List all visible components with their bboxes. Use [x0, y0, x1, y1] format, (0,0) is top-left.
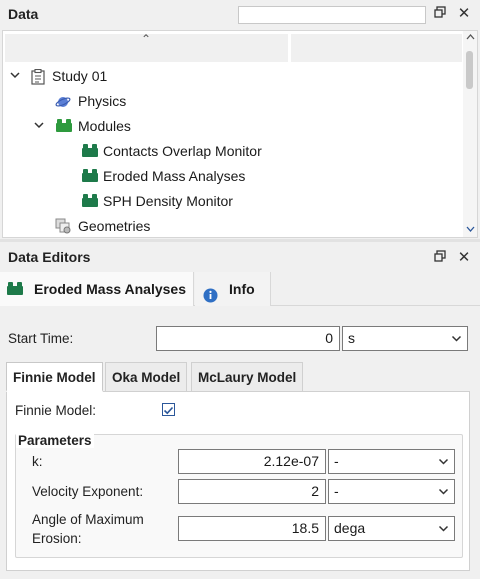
tab-oka-model[interactable]: Oka Model: [105, 362, 188, 392]
tree-item-module[interactable]: Contacts Overlap Monitor: [3, 139, 463, 163]
chevron-down-icon: [438, 450, 449, 482]
select-value: s: [348, 330, 355, 346]
data-tree: ⌃ Study 01 Physics Modules Contacts Over…: [2, 30, 478, 238]
select-value: -: [334, 453, 339, 469]
modules-icon: [56, 119, 72, 132]
select-value: dega: [334, 520, 366, 536]
finnie-model-checkbox-label: Finnie Model:: [15, 403, 97, 418]
scroll-up-icon[interactable]: [466, 31, 475, 46]
tree-label-physics: Physics: [78, 93, 127, 109]
module-icon: [7, 282, 23, 295]
param-label-angle-line2: Erosion:: [32, 531, 82, 546]
tree-item-physics[interactable]: Physics: [3, 89, 463, 113]
geometries-icon: [55, 218, 72, 237]
param-label-angle-line1: Angle of Maximum: [32, 512, 144, 527]
tree-label-modules: Modules: [78, 118, 131, 134]
tree-item-study[interactable]: Study 01: [3, 64, 463, 88]
tree-label-geometries: Geometries: [78, 218, 151, 234]
tab-eroded-mass-analyses[interactable]: Eroded Mass Analyses: [0, 272, 194, 306]
scrollbar-thumb[interactable]: [466, 51, 473, 89]
close-icon[interactable]: ✕: [456, 250, 472, 266]
tree-label-study: Study 01: [52, 68, 108, 84]
checkmark-icon: [163, 406, 174, 415]
tree-scrollbar[interactable]: [463, 31, 477, 237]
tree-label-module: Contacts Overlap Monitor: [103, 143, 262, 159]
tree-item-geometries[interactable]: Geometries: [3, 214, 463, 237]
start-time-input[interactable]: 0: [156, 326, 340, 351]
param-label-k: k:: [32, 454, 43, 469]
tab-finnie-model[interactable]: Finnie Model: [6, 362, 103, 392]
data-panel-title: Data: [8, 6, 39, 22]
param-label-velocity-exponent: Velocity Exponent:: [32, 484, 144, 499]
finnie-model-panel: Finnie Model: Parameters k: 2.12e-07 - V…: [6, 391, 470, 571]
restore-icon[interactable]: [432, 250, 448, 266]
tab-label: Info: [229, 281, 255, 297]
finnie-model-checkbox[interactable]: [162, 403, 175, 416]
param-input-angle-max-erosion[interactable]: 18.5: [178, 516, 326, 541]
tab-info[interactable]: Info: [195, 272, 271, 306]
sort-chevron-icon: ⌃: [141, 32, 152, 46]
tab-label: Eroded Mass Analyses: [34, 281, 186, 297]
scroll-down-icon[interactable]: [466, 223, 475, 237]
start-time-label: Start Time:: [8, 331, 74, 346]
column-header-2[interactable]: [291, 34, 463, 62]
select-value: -: [334, 483, 339, 499]
tree-label-module: Eroded Mass Analyses: [103, 168, 246, 184]
param-input-velocity-exponent[interactable]: 2: [178, 479, 326, 504]
info-icon: [203, 281, 218, 315]
data-search-input[interactable]: [238, 6, 426, 24]
param-unit-select-angle-max-erosion[interactable]: dega: [328, 516, 455, 541]
column-header-1[interactable]: ⌃: [5, 32, 289, 62]
close-icon[interactable]: ✕: [456, 6, 472, 22]
module-icon: [82, 169, 98, 182]
restore-icon[interactable]: [432, 6, 448, 22]
param-unit-select-velocity-exponent[interactable]: -: [328, 479, 455, 504]
tree-item-module[interactable]: SPH Density Monitor: [3, 189, 463, 213]
parameters-group-title: Parameters: [16, 433, 94, 448]
tab-mclaury-model[interactable]: McLaury Model: [191, 362, 304, 392]
tree-item-modules[interactable]: Modules: [3, 114, 463, 138]
parameters-group: Parameters k: 2.12e-07 - Velocity Expone…: [15, 433, 463, 558]
chevron-down-icon: [438, 517, 449, 549]
module-icon: [82, 144, 98, 157]
param-unit-select-k[interactable]: -: [328, 449, 455, 474]
editor-tabbar: Eroded Mass Analyses Info: [0, 272, 480, 306]
tree-item-module[interactable]: Eroded Mass Analyses: [3, 164, 463, 188]
chevron-down-icon: [451, 327, 462, 359]
editors-panel-title: Data Editors: [8, 249, 91, 265]
data-panel-header: Data ✕: [0, 0, 480, 30]
module-icon: [82, 194, 98, 207]
chevron-down-icon: [438, 480, 449, 512]
editors-panel-header: Data Editors ✕: [0, 242, 480, 272]
param-input-k[interactable]: 2.12e-07: [178, 449, 326, 474]
start-time-unit-select[interactable]: s: [342, 326, 468, 351]
tree-label-module: SPH Density Monitor: [103, 193, 233, 209]
